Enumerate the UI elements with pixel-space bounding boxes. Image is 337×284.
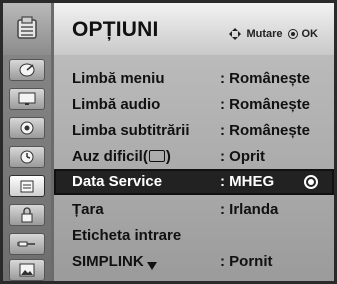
option-row-audio-language[interactable]: Limbă audio : Românește (54, 92, 334, 118)
scroll-down-arrow-icon[interactable] (147, 262, 157, 270)
option-row-subtitle-language[interactable]: Limba subtitrării : Românește (54, 118, 334, 144)
clock-icon[interactable] (9, 146, 45, 168)
tv-screen-icon[interactable] (9, 88, 45, 110)
ok-button-icon (287, 29, 298, 39)
option-row-menu-language[interactable]: Limbă meniu : Românește (54, 66, 334, 92)
option-row-hard-of-hearing[interactable]: Auz dificil() : Oprit (54, 144, 334, 170)
navigation-hint: Mutare OK (228, 27, 318, 41)
option-row-data-service[interactable]: Data Service : MHEG (54, 169, 334, 195)
picture-icon[interactable] (9, 259, 45, 281)
option-row-simplink[interactable]: SIMPLINK : Pornit (54, 249, 334, 275)
options-panel: OPȚIUNI Mutare OK Limbă meniu : Româneșt… (54, 3, 334, 281)
subtitle-box-icon (148, 150, 165, 162)
move-hint: Mutare (228, 27, 283, 41)
category-sidebar (3, 3, 51, 281)
option-row-country[interactable]: Țara : Irlanda (54, 197, 334, 223)
option-row-input-label[interactable]: Eticheta intrare (54, 223, 334, 249)
page-title: OPȚIUNI (72, 18, 159, 41)
satellite-dish-icon[interactable] (9, 59, 45, 81)
input-plug-icon[interactable] (9, 233, 45, 255)
lock-icon[interactable] (9, 204, 45, 226)
selected-radio-icon (304, 175, 318, 189)
options-icon[interactable] (9, 175, 45, 197)
ok-hint: OK (287, 28, 318, 40)
speaker-icon[interactable] (9, 117, 45, 139)
menu-header: OPȚIUNI Mutare OK (54, 3, 334, 55)
dpad-icon (229, 28, 242, 40)
options-category-icon (3, 3, 51, 55)
